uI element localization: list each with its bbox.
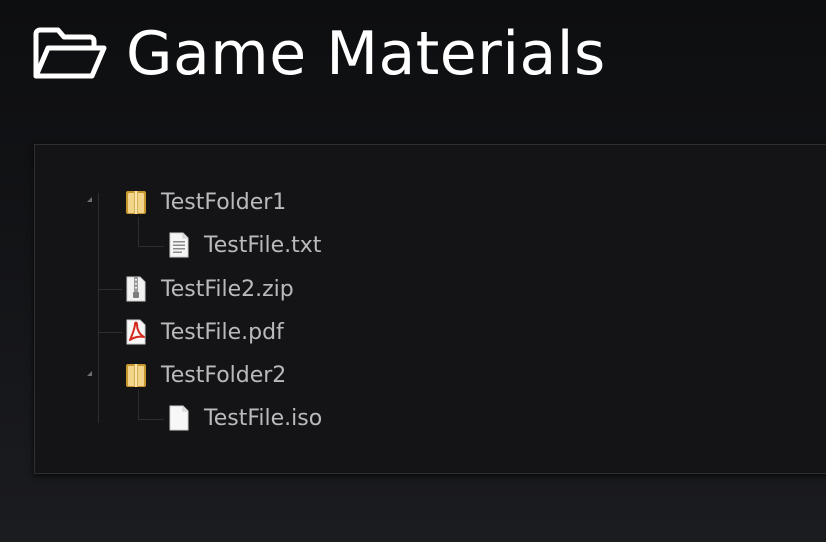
- tree-item-label: TestFile.txt: [204, 232, 322, 258]
- tree-guide-root: [98, 193, 99, 423]
- tree-guide-folder2-h: [138, 419, 164, 420]
- tree-item-folder[interactable]: TestFolder1: [125, 186, 286, 218]
- tree-item-file[interactable]: TestFile.pdf: [125, 316, 284, 348]
- zip-file-icon: [126, 276, 146, 302]
- tree-item-file[interactable]: TestFile2.zip: [125, 273, 294, 305]
- tree-item-label: TestFile.pdf: [161, 319, 284, 345]
- text-file-icon: [169, 232, 189, 258]
- folder-icon: [126, 364, 146, 387]
- expander-arrow-icon[interactable]: [87, 371, 92, 376]
- tree-item-label: TestFile2.zip: [161, 276, 294, 302]
- tree-item-file[interactable]: TestFile.txt: [168, 229, 321, 261]
- folder-open-icon: [33, 27, 107, 79]
- tree-guide-pdf-h: [98, 332, 122, 333]
- folder-icon: [126, 191, 146, 214]
- pdf-file-icon: [126, 319, 146, 345]
- tree-guide-folder2: [138, 390, 139, 420]
- tree-item-label: TestFolder2: [161, 362, 287, 388]
- blank-file-icon: [169, 405, 189, 431]
- file-tree-panel: TestFolder1 TestFile.txt TestFile2.zip T…: [34, 144, 826, 474]
- page-title: Game Materials: [126, 19, 606, 89]
- expander-arrow-icon[interactable]: [87, 197, 92, 202]
- tree-item-file[interactable]: TestFile.iso: [168, 402, 322, 434]
- tree-item-label: TestFile.iso: [204, 405, 323, 431]
- tree-item-label: TestFolder1: [161, 189, 287, 215]
- file-tree: TestFolder1 TestFile.txt TestFile2.zip T…: [35, 145, 826, 473]
- page-header: Game Materials: [32, 14, 606, 94]
- tree-guide-folder1: [138, 217, 139, 247]
- tree-guide-folder1-h: [138, 246, 164, 247]
- tree-item-folder[interactable]: TestFolder2: [125, 359, 286, 391]
- tree-guide-zip-h: [98, 289, 122, 290]
